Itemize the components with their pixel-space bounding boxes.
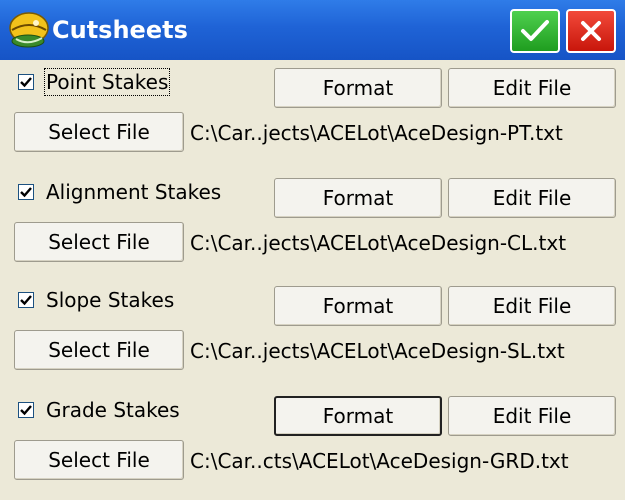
alignment-stakes-section: Alignment Stakes Format Edit File Select… [0, 172, 625, 282]
select-file-button[interactable]: Select File [14, 112, 184, 152]
format-button[interactable]: Format [274, 68, 442, 108]
slope-stakes-section: Slope Stakes Format Edit File Select Fil… [0, 280, 625, 390]
checkbox-box[interactable] [18, 74, 34, 90]
title-bar: Cutsheets [0, 0, 625, 60]
check-mark-icon [20, 405, 32, 416]
checkbox-box[interactable] [18, 292, 34, 308]
checkbox-label: Grade Stakes [46, 398, 180, 422]
file-path: C:\Car..cts\ACELot\AceDesign-GRD.txt [190, 449, 569, 473]
point-stakes-checkbox[interactable]: Point Stakes [18, 66, 171, 98]
ok-button[interactable] [510, 9, 560, 53]
format-button[interactable]: Format [274, 286, 442, 326]
slope-stakes-checkbox[interactable]: Slope Stakes [18, 284, 174, 316]
check-mark-icon [20, 295, 32, 306]
checkbox-box[interactable] [18, 402, 34, 418]
format-button[interactable]: Format [274, 178, 442, 218]
edit-file-button[interactable]: Edit File [448, 178, 616, 218]
check-mark-icon [20, 187, 32, 198]
grade-stakes-section: Grade Stakes Format Edit File Select Fil… [0, 390, 625, 500]
file-path: C:\Car..jects\ACELot\AceDesign-SL.txt [190, 339, 565, 363]
alignment-stakes-checkbox[interactable]: Alignment Stakes [18, 176, 221, 208]
edit-file-button[interactable]: Edit File [448, 286, 616, 326]
file-path: C:\Car..jects\ACELot\AceDesign-PT.txt [190, 121, 563, 145]
checkbox-label: Point Stakes [43, 68, 171, 96]
checkbox-box[interactable] [18, 184, 34, 200]
grade-stakes-checkbox[interactable]: Grade Stakes [18, 394, 180, 426]
checkmark-icon [521, 20, 549, 41]
window-title: Cutsheets [52, 16, 188, 44]
select-file-button[interactable]: Select File [14, 222, 184, 262]
close-button[interactable] [566, 9, 616, 53]
file-path: C:\Car..jects\ACELot\AceDesign-CL.txt [190, 231, 567, 255]
format-button[interactable]: Format [274, 396, 442, 436]
select-file-button[interactable]: Select File [14, 440, 184, 480]
edit-file-button[interactable]: Edit File [448, 396, 616, 436]
checkbox-label: Slope Stakes [46, 288, 175, 312]
check-mark-icon [20, 77, 32, 88]
close-icon [581, 21, 601, 41]
edit-file-button[interactable]: Edit File [448, 68, 616, 108]
surveyor-helmet-icon [9, 12, 49, 48]
point-stakes-section: Point Stakes Format Edit File Select Fil… [0, 62, 625, 172]
checkbox-label: Alignment Stakes [46, 180, 222, 204]
select-file-button[interactable]: Select File [14, 330, 184, 370]
